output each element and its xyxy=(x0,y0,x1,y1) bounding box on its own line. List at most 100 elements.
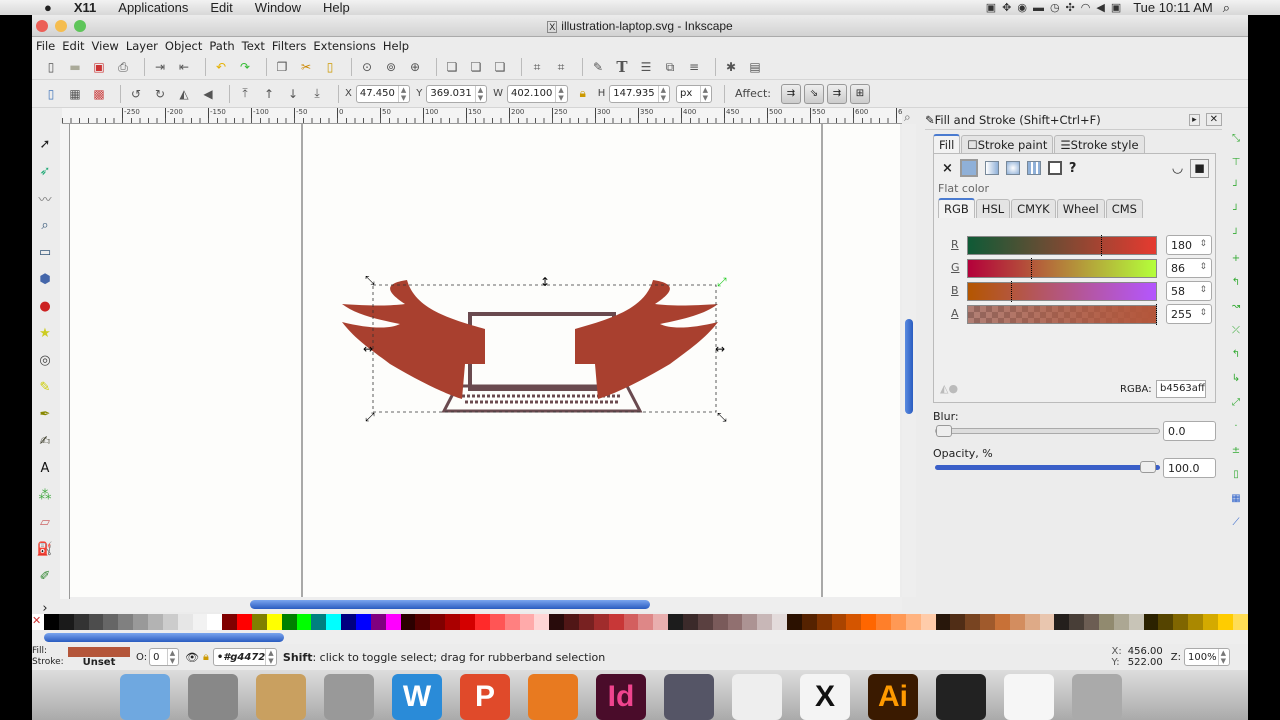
open-icon[interactable]: ▬ xyxy=(66,58,84,76)
rotate-ccw-icon[interactable]: ↺ xyxy=(127,85,145,103)
select-all-layers-icon[interactable]: ▦ xyxy=(66,85,84,103)
flat-color-button[interactable] xyxy=(959,159,978,177)
channel-input[interactable]: 86 ⇕ xyxy=(1166,258,1212,278)
selector-tool-icon[interactable]: ➚ xyxy=(35,134,55,154)
tab-stroke-paint[interactable]: ☐Stroke paint xyxy=(961,135,1054,154)
vertical-scroll-thumb[interactable] xyxy=(905,319,913,414)
swatch-button[interactable] xyxy=(1047,161,1062,175)
palette-swatch[interactable] xyxy=(237,614,253,630)
dock-dvd-player-icon[interactable] xyxy=(664,674,714,720)
palette-swatch[interactable] xyxy=(638,614,654,630)
blur-slider[interactable] xyxy=(935,425,1160,437)
channel-marker[interactable] xyxy=(1031,258,1033,279)
preferences-icon[interactable]: ✱ xyxy=(722,58,740,76)
canvas[interactable]: ⤡ ↕ ⤢ ↔ ↔ ⤢ ⤡ xyxy=(70,124,900,597)
layer-selector[interactable]: •#g4472 ▲ ▼ xyxy=(212,648,277,666)
xml-editor-icon[interactable]: ⧉ xyxy=(661,58,679,76)
copy-icon[interactable]: ❐ xyxy=(273,58,291,76)
dock-trash-icon[interactable] xyxy=(1072,674,1122,720)
palette-swatch[interactable] xyxy=(1084,614,1100,630)
channel-marker[interactable] xyxy=(1010,281,1013,302)
dock-finder-icon[interactable] xyxy=(120,674,170,720)
menu-file[interactable]: File xyxy=(36,39,55,53)
palette-swatch[interactable] xyxy=(326,614,342,630)
snap-rotation-icon[interactable]: ± xyxy=(1228,442,1244,458)
zoom-page-icon[interactable]: ⊕ xyxy=(406,58,424,76)
palette-swatch[interactable] xyxy=(356,614,371,630)
zoom-button[interactable] xyxy=(74,20,86,32)
calligraphy-tool-icon[interactable]: ✍ xyxy=(35,431,55,451)
palette-swatch[interactable] xyxy=(608,614,624,630)
rotate-cw-icon[interactable]: ↻ xyxy=(151,85,169,103)
close-button[interactable] xyxy=(36,20,48,32)
menubar-window[interactable]: Window xyxy=(255,0,301,15)
dropper-tool-icon[interactable]: ✐ xyxy=(35,566,55,586)
palette-swatch[interactable] xyxy=(177,614,193,630)
zoom-field[interactable]: 100% ▲ ▼ xyxy=(1184,648,1230,666)
raise-top-icon[interactable]: ⤒ xyxy=(236,85,254,103)
palette-swatch[interactable] xyxy=(712,614,728,630)
lower-bottom-icon[interactable]: ⤓ xyxy=(308,85,326,103)
palette-swatch[interactable] xyxy=(831,614,847,630)
palette-swatch[interactable] xyxy=(1143,614,1159,630)
unset-paint-button[interactable]: ? xyxy=(1069,161,1077,176)
palette-swatch[interactable] xyxy=(995,614,1010,630)
color-tab-hsl[interactable]: HSL xyxy=(975,199,1011,218)
palette-swatch[interactable] xyxy=(965,614,981,630)
vertical-ruler[interactable] xyxy=(60,124,70,599)
snap-path-icon[interactable]: ↝ xyxy=(1228,298,1244,314)
move-patterns-toggle[interactable]: ⊞ xyxy=(849,83,870,104)
cut-icon[interactable]: ✂ xyxy=(297,58,315,76)
palette-swatch[interactable] xyxy=(816,614,832,630)
select-all-icon[interactable]: ▯ xyxy=(42,85,60,103)
palette-swatch[interactable] xyxy=(207,614,223,630)
palette-swatch[interactable] xyxy=(311,614,327,630)
palette-swatch[interactable] xyxy=(192,614,208,630)
node-tool-icon[interactable]: ➶ xyxy=(35,161,55,181)
palette-swatch[interactable] xyxy=(222,614,238,630)
palette-swatch[interactable] xyxy=(341,614,357,630)
dock-launchpad-icon[interactable] xyxy=(188,674,238,720)
fill-rule-nonzero-icon[interactable]: ◼ xyxy=(1190,158,1209,178)
palette-swatch[interactable] xyxy=(58,614,74,630)
spiral-tool-icon[interactable]: ◎ xyxy=(35,350,55,370)
palette-swatch[interactable] xyxy=(296,614,312,630)
palette-swatch[interactable] xyxy=(564,614,579,630)
palette-swatch[interactable] xyxy=(133,614,149,630)
snap-intersection-icon[interactable]: ⤫ xyxy=(1228,322,1244,338)
visibility-icon[interactable]: 👁︎ xyxy=(185,651,199,664)
palette-swatch[interactable] xyxy=(44,614,59,630)
palette-swatch[interactable] xyxy=(534,614,550,630)
palette-swatch[interactable] xyxy=(1232,614,1248,630)
stroke-value[interactable]: Unset xyxy=(83,657,116,668)
menubar-edit[interactable]: Edit xyxy=(210,0,232,15)
ellipse-tool-icon[interactable]: ● xyxy=(35,296,55,316)
text-font-icon[interactable]: T xyxy=(613,58,631,76)
paste-icon[interactable]: ▯ xyxy=(321,58,339,76)
opacity-slider[interactable] xyxy=(935,461,1160,473)
palette-swatch[interactable] xyxy=(162,614,178,630)
horizontal-ruler[interactable]: -250 -200 -150 -100 -50 0 50 100 150 200 250 300 350… xyxy=(62,108,902,124)
palette-swatch[interactable] xyxy=(148,614,163,630)
palette-swatch[interactable] xyxy=(980,614,995,630)
palette-swatch[interactable] xyxy=(1158,614,1174,630)
unlink-clone-icon[interactable]: ❏ xyxy=(491,58,509,76)
rgba-input[interactable]: b4563aff xyxy=(1156,380,1206,398)
document-properties-icon[interactable]: ▤ xyxy=(746,58,764,76)
zoom-tool-icon[interactable]: ⌕ xyxy=(35,215,55,235)
save-icon[interactable]: ▣ xyxy=(90,58,108,76)
palette-swatch[interactable] xyxy=(88,614,104,630)
zoom-drawing-icon[interactable]: ⊚ xyxy=(382,58,400,76)
deselect-icon[interactable]: ▩ xyxy=(90,85,108,103)
palette-scrollbar[interactable] xyxy=(32,630,1248,644)
palette-swatch[interactable] xyxy=(1128,614,1144,630)
palette-swatch[interactable] xyxy=(727,614,743,630)
fill-stroke-icon[interactable]: ✎ xyxy=(589,58,607,76)
lock-icon[interactable]: 🔒︎ xyxy=(203,650,209,664)
menubar-applications[interactable]: Applications xyxy=(118,0,188,15)
menu-text[interactable]: Text xyxy=(242,39,265,53)
menu-help[interactable]: Help xyxy=(383,39,409,53)
menu-layer[interactable]: Layer xyxy=(126,39,158,53)
palette-swatch[interactable] xyxy=(445,614,461,630)
dock-powerpoint-icon[interactable]: P xyxy=(460,674,510,720)
